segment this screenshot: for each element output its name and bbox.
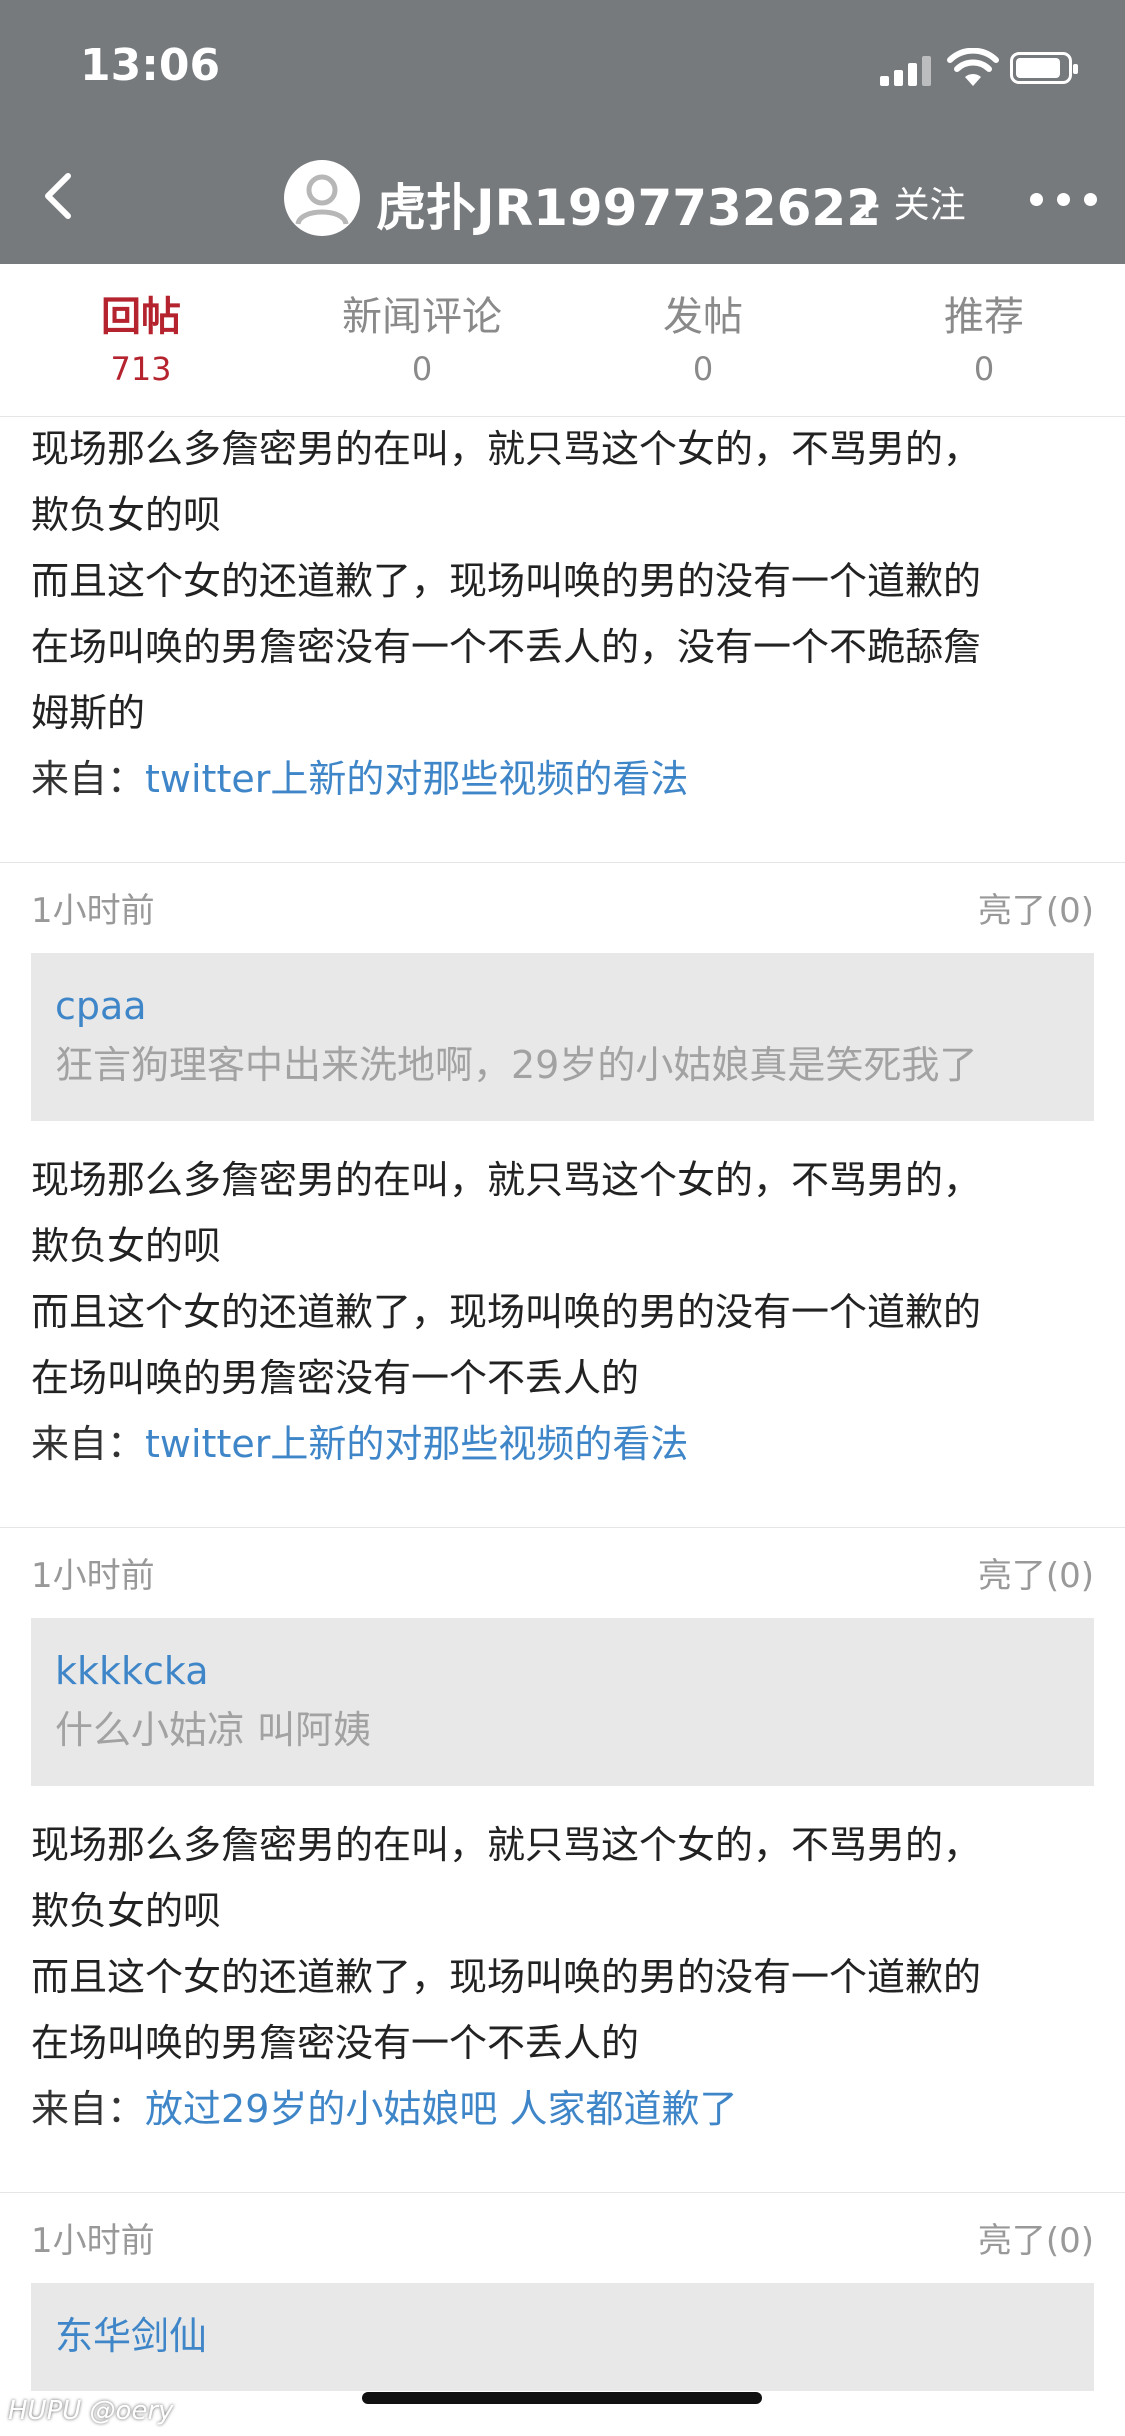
tab-label: 新闻评论 xyxy=(342,294,502,340)
source-label: 来自： xyxy=(31,1422,146,1466)
tab-replies[interactable]: 回帖 713 xyxy=(21,284,261,388)
quoted-reply[interactable]: kkkkcka 什么小姑凉 叫阿姨 xyxy=(31,1618,1094,1786)
reply-text: 欺负女的呗 xyxy=(31,1224,222,1268)
tab-bar: 回帖 713 新闻评论 0 发帖 0 推荐 0 xyxy=(0,264,1125,417)
quoted-reply[interactable]: 东华剑仙 xyxy=(31,2283,1094,2391)
reply-text: 而且这个女的还道歉了，现场叫唤的男的没有一个道歉的 xyxy=(31,1290,982,1334)
wifi-icon xyxy=(947,48,999,86)
reply-item: 1小时前 亮了(0) kkkkcka 什么小姑凉 叫阿姨 现场那么多詹密男的在叫… xyxy=(0,1528,1125,2192)
source-link[interactable]: twitter上新的对那些视频的看法 xyxy=(145,1422,688,1466)
tab-count: 713 xyxy=(110,350,172,388)
tab-label: 推荐 xyxy=(944,294,1024,340)
reply-text: 在场叫唤的男詹密没有一个不丢人的，没有一个不跪舔詹 xyxy=(31,625,982,669)
reply-item: 1小时前 亮了(0) cpaa 狂言狗理客中出来洗地啊，29岁的小姑娘真是笑死我… xyxy=(0,863,1125,1527)
source-line: 来自：放过29岁的小姑娘吧 人家都道歉了 xyxy=(0,2076,1125,2142)
battery-icon xyxy=(1010,52,1078,84)
source-link[interactable]: twitter上新的对那些视频的看法 xyxy=(145,757,688,801)
tab-count: 0 xyxy=(411,350,433,388)
tab-count: 0 xyxy=(692,350,714,388)
avatar[interactable] xyxy=(284,160,360,236)
reply-time: 1小时前 xyxy=(31,2221,155,2261)
source-label: 来自： xyxy=(31,757,146,801)
tab-recommended[interactable]: 推荐 0 xyxy=(864,284,1104,388)
more-options-button[interactable] xyxy=(1030,188,1100,208)
quoted-reply[interactable]: cpaa 狂言狗理客中出来洗地啊，29岁的小姑娘真是笑死我了 xyxy=(31,953,1094,1121)
like-button[interactable]: 亮了(0) xyxy=(978,2213,1094,2262)
quoted-username[interactable]: 东华剑仙 xyxy=(55,2307,1070,2365)
status-time: 13:06 xyxy=(80,40,221,91)
reply-text: 现场那么多詹密男的在叫，就只骂这个女的，不骂男的， xyxy=(31,427,982,471)
source-line: 来自：twitter上新的对那些视频的看法 xyxy=(0,746,1125,812)
signal-icon xyxy=(880,56,934,86)
quoted-username[interactable]: cpaa xyxy=(55,977,1070,1035)
reply-text: 在场叫唤的男詹密没有一个不丢人的 xyxy=(31,2021,640,2065)
reply-time: 1小时前 xyxy=(31,891,155,931)
back-button[interactable] xyxy=(36,168,82,224)
reply-text: 欺负女的呗 xyxy=(31,493,222,537)
quoted-text: 什么小姑凉 叫阿姨 xyxy=(55,1708,372,1752)
quoted-text: 狂言狗理客中出来洗地啊，29岁的小姑娘真是笑死我了 xyxy=(55,1043,978,1087)
user-avatar-icon xyxy=(295,174,349,225)
source-label: 来自： xyxy=(31,2087,146,2131)
like-button[interactable]: 亮了(0) xyxy=(978,1548,1094,1597)
reply-meta: 1小时前 亮了(0) xyxy=(0,2193,1125,2263)
page-title: 虎扑JR1997732622 xyxy=(376,179,882,237)
tab-posts[interactable]: 发帖 0 xyxy=(583,284,823,388)
tab-news-comments[interactable]: 新闻评论 0 xyxy=(302,284,542,388)
home-indicator[interactable] xyxy=(362,2392,762,2404)
quoted-username[interactable]: kkkkcka xyxy=(55,1642,1070,1700)
tab-label: 发帖 xyxy=(663,294,743,340)
reply-text: 现场那么多詹密男的在叫，就只骂这个女的，不骂男的， xyxy=(31,1823,982,1867)
reply-text: 姆斯的 xyxy=(31,691,146,735)
watermark: HUPU @oery xyxy=(8,2396,174,2426)
like-button[interactable]: 亮了(0) xyxy=(978,883,1094,932)
reply-item: 1小时前 亮了(0) 东华剑仙 xyxy=(0,2193,1125,2391)
reply-text: 而且这个女的还道歉了，现场叫唤的男的没有一个道歉的 xyxy=(31,559,982,603)
tab-count: 0 xyxy=(973,350,995,388)
reply-time: 1小时前 xyxy=(31,1556,155,1596)
reply-feed: 现场那么多詹密男的在叫，就只骂这个女的，不骂男的， 欺负女的呗 而且这个女的还道… xyxy=(0,416,1125,2391)
tab-label: 回帖 xyxy=(101,294,181,340)
reply-meta: 1小时前 亮了(0) xyxy=(0,863,1125,933)
source-line: 来自：twitter上新的对那些视频的看法 xyxy=(0,1411,1125,1477)
reply-text: 欺负女的呗 xyxy=(31,1889,222,1933)
reply-text: 现场那么多詹密男的在叫，就只骂这个女的，不骂男的， xyxy=(31,1158,982,1202)
reply-meta: 1小时前 亮了(0) xyxy=(0,1528,1125,1598)
reply-item: 现场那么多詹密男的在叫，就只骂这个女的，不骂男的， 欺负女的呗 而且这个女的还道… xyxy=(0,416,1125,862)
top-bar: 13:06 虎扑JR1997732622 + 关注 xyxy=(0,0,1125,264)
reply-text: 而且这个女的还道歉了，现场叫唤的男的没有一个道歉的 xyxy=(31,1955,982,1999)
source-link[interactable]: 放过29岁的小姑娘吧 人家都道歉了 xyxy=(145,2087,737,2131)
follow-button[interactable]: + 关注 xyxy=(852,176,966,228)
reply-text: 在场叫唤的男詹密没有一个不丢人的 xyxy=(31,1356,640,1400)
